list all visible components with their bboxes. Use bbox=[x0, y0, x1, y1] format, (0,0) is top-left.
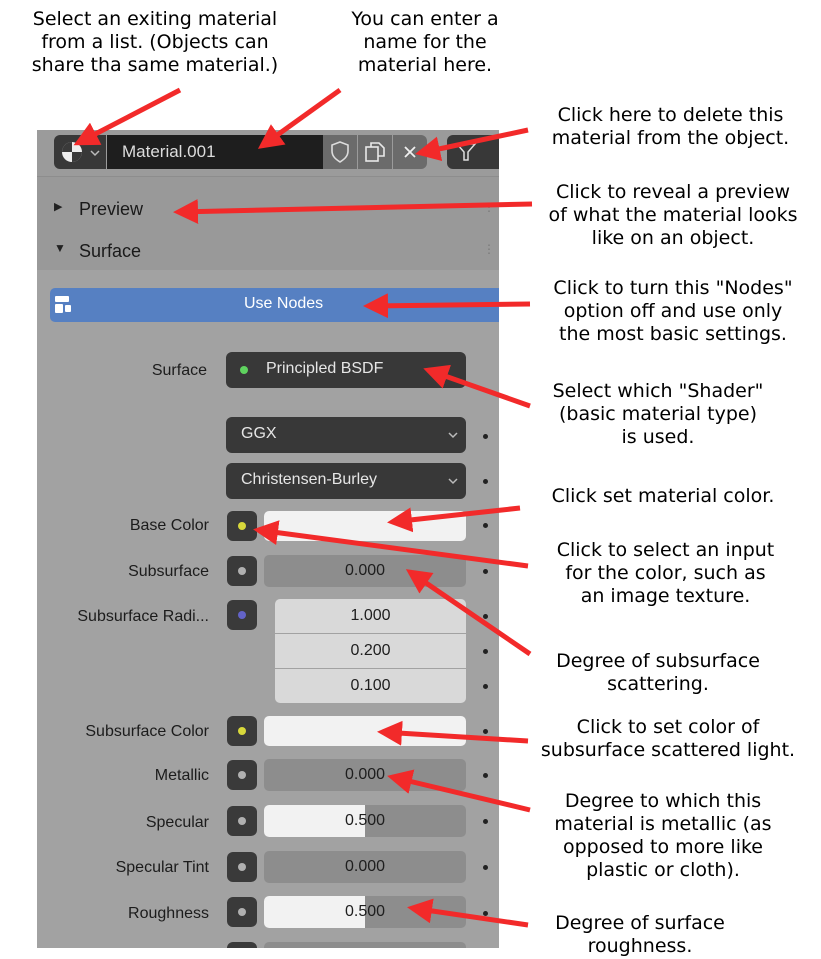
close-icon bbox=[404, 146, 416, 158]
socket-dot bbox=[238, 727, 246, 735]
shield-icon bbox=[331, 141, 349, 163]
keyframe-dot[interactable] bbox=[483, 523, 488, 528]
preview-panel-header[interactable]: ▶ Preview ⋮⋮ bbox=[37, 192, 499, 228]
annotation-browse-material: Select an exiting material from a list. … bbox=[31, 8, 279, 76]
subsurface-color-socket-button[interactable] bbox=[227, 716, 257, 746]
subsurface-radius-socket-button[interactable] bbox=[227, 600, 257, 630]
keyframe-dot[interactable] bbox=[483, 434, 488, 439]
socket-dot bbox=[238, 522, 246, 530]
drag-handle-icon[interactable]: ⋮⋮ bbox=[483, 200, 499, 214]
socket-dot bbox=[238, 908, 246, 916]
base-color-swatch[interactable] bbox=[264, 511, 466, 541]
browse-material-button[interactable] bbox=[54, 135, 106, 169]
keyframe-dot[interactable] bbox=[483, 729, 488, 734]
subsurface-socket-button[interactable] bbox=[227, 556, 257, 586]
annotation-shader: Select which "Shader" (basic material ty… bbox=[552, 380, 764, 448]
annotation-roughness: Degree of surface roughness. bbox=[555, 912, 725, 957]
roughness-label: Roughness bbox=[128, 905, 209, 922]
keyframe-dot[interactable] bbox=[483, 819, 488, 824]
copy-icon bbox=[365, 142, 385, 162]
surface-shader-selector[interactable]: Principled BSDF bbox=[226, 352, 466, 388]
distribution-dropdown[interactable]: GGX bbox=[226, 417, 466, 453]
specular-tint-label: Specular Tint bbox=[115, 859, 209, 876]
socket-dot bbox=[238, 567, 246, 575]
subsurface-radius-label: Subsurface Radi... bbox=[77, 608, 209, 625]
socket-dot bbox=[238, 611, 246, 619]
keyframe-dot[interactable] bbox=[483, 865, 488, 870]
specular-tint-socket-button[interactable] bbox=[227, 852, 257, 882]
collapse-arrow-icon: ▼ bbox=[54, 241, 66, 255]
metallic-label: Metallic bbox=[154, 767, 209, 784]
expand-arrow-icon: ▶ bbox=[54, 201, 63, 213]
node-tree-icon bbox=[55, 296, 71, 313]
keyframe-dot[interactable] bbox=[483, 911, 488, 916]
specular-socket-button[interactable] bbox=[227, 806, 257, 836]
surface-label: Surface bbox=[151, 362, 207, 379]
annotation-subsurface: Degree of subsurface scattering. bbox=[556, 650, 760, 695]
sphere-icon bbox=[62, 142, 82, 162]
surface-panel-header[interactable]: ▼ Surface ⋮⋮ bbox=[37, 234, 499, 270]
funnel-icon bbox=[455, 143, 477, 161]
socket-dot bbox=[238, 863, 246, 871]
subsurface-color-swatch[interactable] bbox=[264, 716, 466, 746]
copy-material-button[interactable] bbox=[358, 135, 392, 169]
annotation-preview: Click to reveal a preview of what the ma… bbox=[548, 181, 798, 249]
surface-shader-value: Principled BSDF bbox=[266, 360, 384, 377]
specular-slider[interactable]: 0.500 bbox=[264, 805, 466, 837]
subsurface-radius-y-field[interactable]: 0.200 bbox=[275, 634, 466, 668]
subsurface-radius-z-field[interactable]: 0.100 bbox=[275, 669, 466, 703]
annotation-delete-material: Click here to delete this material from … bbox=[551, 104, 790, 149]
material-properties-panel: Material.001 ▶ Preview ⋮⋮ ▼ Surface ⋮⋮ bbox=[37, 130, 499, 948]
base-color-socket-button[interactable] bbox=[227, 511, 257, 541]
specular-tint-value-field[interactable]: 0.000 bbox=[264, 851, 466, 883]
base-color-label: Base Color bbox=[129, 517, 209, 534]
roughness-slider[interactable]: 0.500 bbox=[264, 896, 466, 928]
specular-value: 0.500 bbox=[344, 812, 386, 829]
delete-material-button[interactable] bbox=[393, 135, 427, 169]
subsurface-method-value: Christensen-Burley bbox=[241, 471, 378, 488]
drag-handle-icon[interactable]: ⋮⋮ bbox=[483, 242, 499, 256]
chevron-down-icon bbox=[90, 150, 100, 157]
annotation-material-name: You can enter a name for the material he… bbox=[351, 8, 499, 76]
chevron-down-icon bbox=[448, 478, 458, 485]
subsurface-value-field[interactable]: 0.000 bbox=[264, 555, 466, 587]
chevron-down-icon bbox=[448, 432, 458, 439]
annotation-use-nodes: Click to turn this "Nodes" option off an… bbox=[553, 277, 793, 345]
specular-label: Specular bbox=[145, 814, 209, 831]
subsurface-method-dropdown[interactable]: Christensen-Burley bbox=[226, 463, 466, 499]
shader-socket-dot bbox=[240, 366, 248, 374]
link-dropdown-button[interactable] bbox=[447, 135, 499, 169]
material-name-field[interactable]: Material.001 bbox=[107, 135, 323, 169]
metallic-socket-button[interactable] bbox=[227, 760, 257, 790]
annotation-metallic: Degree to which this material is metalli… bbox=[554, 790, 772, 881]
material-name-text: Material.001 bbox=[122, 142, 216, 161]
surface-panel-label: Surface bbox=[79, 241, 142, 261]
subsurface-radius-x-field[interactable]: 1.000 bbox=[275, 599, 466, 633]
distribution-value: GGX bbox=[241, 425, 277, 442]
metallic-value-field[interactable]: 0.000 bbox=[264, 759, 466, 791]
roughness-value: 0.500 bbox=[344, 903, 386, 920]
keyframe-dot[interactable] bbox=[483, 569, 488, 574]
keyframe-dot[interactable] bbox=[483, 773, 488, 778]
keyframe-dot[interactable] bbox=[483, 479, 488, 484]
annotation-base-color: Click set material color. bbox=[551, 485, 775, 507]
next-value-field[interactable] bbox=[264, 942, 466, 948]
annotation-subsurface-color: Click to set color of subsurface scatter… bbox=[540, 716, 796, 761]
fake-user-button[interactable] bbox=[323, 135, 357, 169]
keyframe-dot[interactable] bbox=[483, 684, 488, 689]
next-socket-button[interactable] bbox=[227, 942, 257, 948]
roughness-socket-button[interactable] bbox=[227, 897, 257, 927]
socket-dot bbox=[238, 817, 246, 825]
use-nodes-label: Use Nodes bbox=[244, 295, 324, 312]
use-nodes-button[interactable]: Use Nodes bbox=[50, 288, 499, 322]
preview-label: Preview bbox=[79, 199, 144, 219]
annotation-input-socket: Click to select an input for the color, … bbox=[556, 539, 775, 607]
keyframe-dot[interactable] bbox=[483, 614, 488, 619]
subsurface-label: Subsurface bbox=[128, 563, 209, 580]
socket-dot bbox=[238, 771, 246, 779]
subsurface-color-label: Subsurface Color bbox=[85, 723, 209, 740]
keyframe-dot[interactable] bbox=[483, 649, 488, 654]
